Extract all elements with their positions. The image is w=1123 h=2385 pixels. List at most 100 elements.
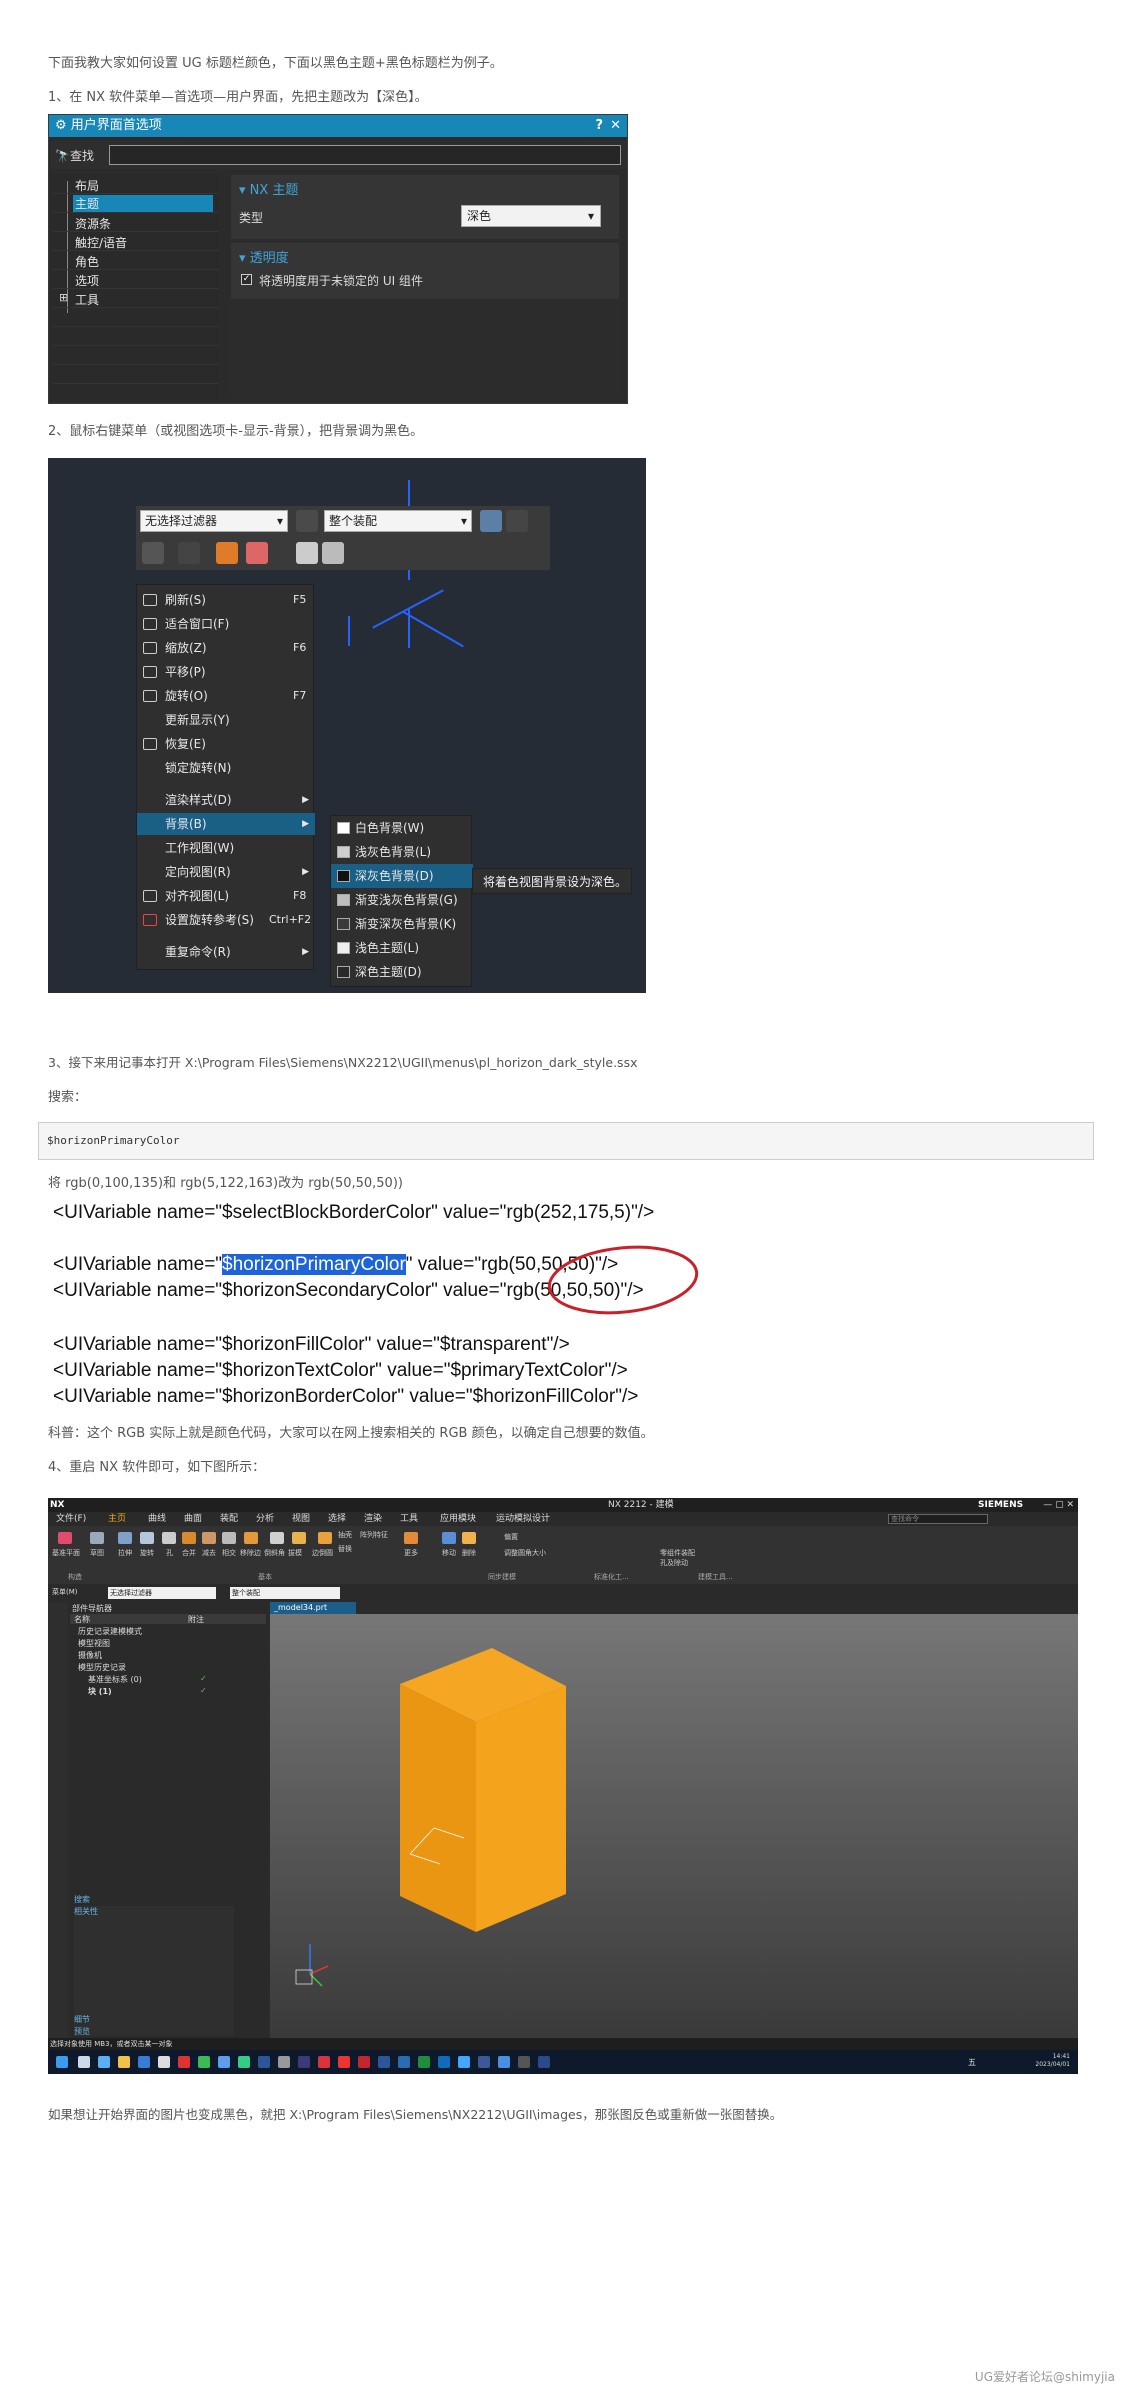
transparency-checkbox[interactable]: ✓ bbox=[241, 274, 252, 285]
nav-item-cameras[interactable]: 摄像机 bbox=[78, 1650, 102, 1661]
menu-surface[interactable]: 曲面 bbox=[184, 1512, 202, 1526]
part-file-tab[interactable]: _model34.prt bbox=[270, 1602, 356, 1614]
nx-taskbar-icon[interactable] bbox=[358, 2056, 370, 2068]
tool-icon[interactable] bbox=[178, 542, 200, 564]
taskbar-app-icon[interactable] bbox=[518, 2056, 530, 2068]
nav-col-name[interactable]: 名称 bbox=[74, 1614, 90, 1625]
taskbar-app-icon[interactable] bbox=[158, 2056, 170, 2068]
menu-item-repeat[interactable]: 重复命令(R) ▶ bbox=[137, 941, 315, 963]
nav-item-model-views[interactable]: 模型视图 bbox=[78, 1638, 110, 1649]
submenu-item-light-theme[interactable]: 浅色主题(L) bbox=[331, 936, 473, 960]
menu-item-rotate[interactable]: 旋转(O) F7 bbox=[137, 685, 315, 707]
taskbar-app-icon[interactable] bbox=[78, 2056, 90, 2068]
taskbar-app-icon[interactable] bbox=[398, 2056, 410, 2068]
taskbar-app-icon[interactable] bbox=[178, 2056, 190, 2068]
orange-cube-icon[interactable] bbox=[216, 542, 238, 564]
delete-icon[interactable] bbox=[462, 1532, 476, 1544]
menu-item-orient-view[interactable]: 定向视图(R) ▶ bbox=[137, 861, 315, 883]
expand-icon[interactable]: ⊞ bbox=[59, 291, 68, 304]
menu-item-work-view[interactable]: 工作视图(W) bbox=[137, 837, 315, 859]
menu-item-fit[interactable]: 适合窗口(F) bbox=[137, 613, 315, 635]
tree-item-touch[interactable]: 触控/语音 bbox=[75, 234, 127, 251]
help-button[interactable]: ? bbox=[595, 115, 603, 137]
section-nx-theme[interactable]: ▾ NX 主题 bbox=[239, 179, 298, 198]
excel-icon[interactable] bbox=[418, 2056, 430, 2068]
close-button[interactable]: ✕ bbox=[610, 115, 621, 137]
snap-icon[interactable] bbox=[246, 542, 268, 564]
wechat-icon[interactable] bbox=[198, 2056, 210, 2068]
taskbar-app-icon[interactable] bbox=[498, 2056, 510, 2068]
submenu-item-dark-theme[interactable]: 深色主题(D) bbox=[331, 960, 473, 984]
shaded-cube-icon[interactable] bbox=[322, 542, 344, 564]
tree-item-theme[interactable]: 主题 bbox=[73, 195, 213, 212]
menu-render[interactable]: 渲染 bbox=[364, 1512, 382, 1526]
submenu-item-dark-gray[interactable]: 深灰色背景(D) bbox=[331, 864, 473, 888]
submenu-item-gradient-dark[interactable]: 渐变深灰色背景(K) bbox=[331, 912, 473, 936]
nav-item-datum-csys[interactable]: 基准坐标系 (0) bbox=[88, 1674, 142, 1685]
tree-item-resource-bar[interactable]: 资源条 bbox=[75, 215, 111, 232]
edge-blend-icon[interactable] bbox=[318, 1532, 332, 1544]
taskbar-app-icon[interactable] bbox=[258, 2056, 270, 2068]
panel-details[interactable]: 细节 bbox=[74, 2014, 90, 2025]
word-icon[interactable] bbox=[378, 2056, 390, 2068]
move-icon[interactable] bbox=[442, 1532, 456, 1544]
taskbar-app-icon[interactable] bbox=[318, 2056, 330, 2068]
menu-tools[interactable]: 工具 bbox=[400, 1512, 418, 1526]
graphics-viewport[interactable] bbox=[270, 1614, 1078, 2038]
section-transparency[interactable]: ▾ 透明度 bbox=[239, 247, 289, 266]
taskbar-app-icon[interactable] bbox=[478, 2056, 490, 2068]
menu-item-render-style[interactable]: 渲染样式(D) ▶ bbox=[137, 789, 315, 811]
menu-motion[interactable]: 运动模拟设计 bbox=[496, 1512, 550, 1526]
cube-icon[interactable] bbox=[480, 510, 502, 532]
tree-item-options[interactable]: 选项 bbox=[75, 272, 99, 289]
ime-indicator[interactable]: 五 bbox=[968, 2057, 976, 2068]
search-input[interactable] bbox=[109, 145, 621, 165]
menu-item-pan[interactable]: 平移(P) bbox=[137, 661, 315, 683]
menu-item-restore[interactable]: 恢复(E) bbox=[137, 733, 315, 755]
command-search[interactable]: 查找命令 bbox=[888, 1514, 988, 1524]
remove-edge-icon[interactable] bbox=[244, 1532, 258, 1544]
menu-item-align-view[interactable]: 对齐视图(L) F8 bbox=[137, 885, 315, 907]
menu-item-zoom[interactable]: 缩放(Z) F6 bbox=[137, 637, 315, 659]
sketch-icon[interactable] bbox=[90, 1532, 104, 1544]
panel-search[interactable]: 搜索 bbox=[74, 1894, 90, 1905]
menu-button[interactable]: 菜单(M) bbox=[52, 1587, 78, 1597]
nav-item-history-mode[interactable]: 历史记录建模模式 bbox=[78, 1626, 142, 1637]
menu-item-update-display[interactable]: 更新显示(Y) bbox=[137, 709, 315, 731]
menu-assembly[interactable]: 装配 bbox=[220, 1512, 238, 1526]
more-icon[interactable] bbox=[404, 1532, 418, 1544]
taskbar-app-icon[interactable] bbox=[458, 2056, 470, 2068]
selection-filter-icon[interactable] bbox=[142, 542, 164, 564]
menu-item-refresh[interactable]: 刷新(S) F5 bbox=[137, 589, 315, 611]
menu-file[interactable]: 文件(F) bbox=[56, 1512, 86, 1526]
taskbar-app-icon[interactable] bbox=[238, 2056, 250, 2068]
taskbar-app-icon[interactable] bbox=[278, 2056, 290, 2068]
hole-icon[interactable] bbox=[162, 1532, 176, 1544]
menu-item-rotate-ref[interactable]: 设置旋转参考(S) Ctrl+F2 bbox=[137, 909, 315, 931]
menu-item-lock-rotation[interactable]: 锁定旋转(N) bbox=[137, 757, 315, 779]
datum-plane-icon[interactable] bbox=[58, 1532, 72, 1544]
menu-view[interactable]: 视图 bbox=[292, 1512, 310, 1526]
nav-col-note[interactable]: 附注 bbox=[188, 1614, 204, 1625]
taskbar-app-icon[interactable] bbox=[98, 2056, 110, 2068]
tree-item-tools[interactable]: 工具 bbox=[75, 291, 99, 308]
menu-item-background[interactable]: 背景(B) ▶ bbox=[137, 813, 315, 835]
windows-start-icon[interactable] bbox=[56, 2056, 68, 2068]
white-cube-icon[interactable] bbox=[296, 542, 318, 564]
menu-curve[interactable]: 曲线 bbox=[148, 1512, 166, 1526]
subtract-icon[interactable] bbox=[202, 1532, 216, 1544]
panel-dependencies[interactable]: 相关性 bbox=[74, 1906, 98, 1917]
window-controls[interactable]: — ▢ ✕ bbox=[1043, 1498, 1074, 1512]
theme-dropdown[interactable]: ▾ 深色 bbox=[461, 205, 601, 227]
submenu-item-light-gray[interactable]: 浅灰色背景(L) bbox=[331, 840, 473, 864]
nx-assembly-select[interactable]: 整个装配 bbox=[230, 1587, 340, 1599]
menu-select[interactable]: 选择 bbox=[328, 1512, 346, 1526]
revolve-icon[interactable] bbox=[140, 1532, 154, 1544]
taskbar-app-icon[interactable] bbox=[538, 2056, 550, 2068]
filter-icon[interactable] bbox=[296, 510, 318, 532]
edge-icon[interactable] bbox=[438, 2056, 450, 2068]
draft-icon[interactable] bbox=[292, 1532, 306, 1544]
menu-home[interactable]: 主页 bbox=[108, 1512, 126, 1526]
tree-item-role[interactable]: 角色 bbox=[75, 253, 99, 270]
menu-analysis[interactable]: 分析 bbox=[256, 1512, 274, 1526]
